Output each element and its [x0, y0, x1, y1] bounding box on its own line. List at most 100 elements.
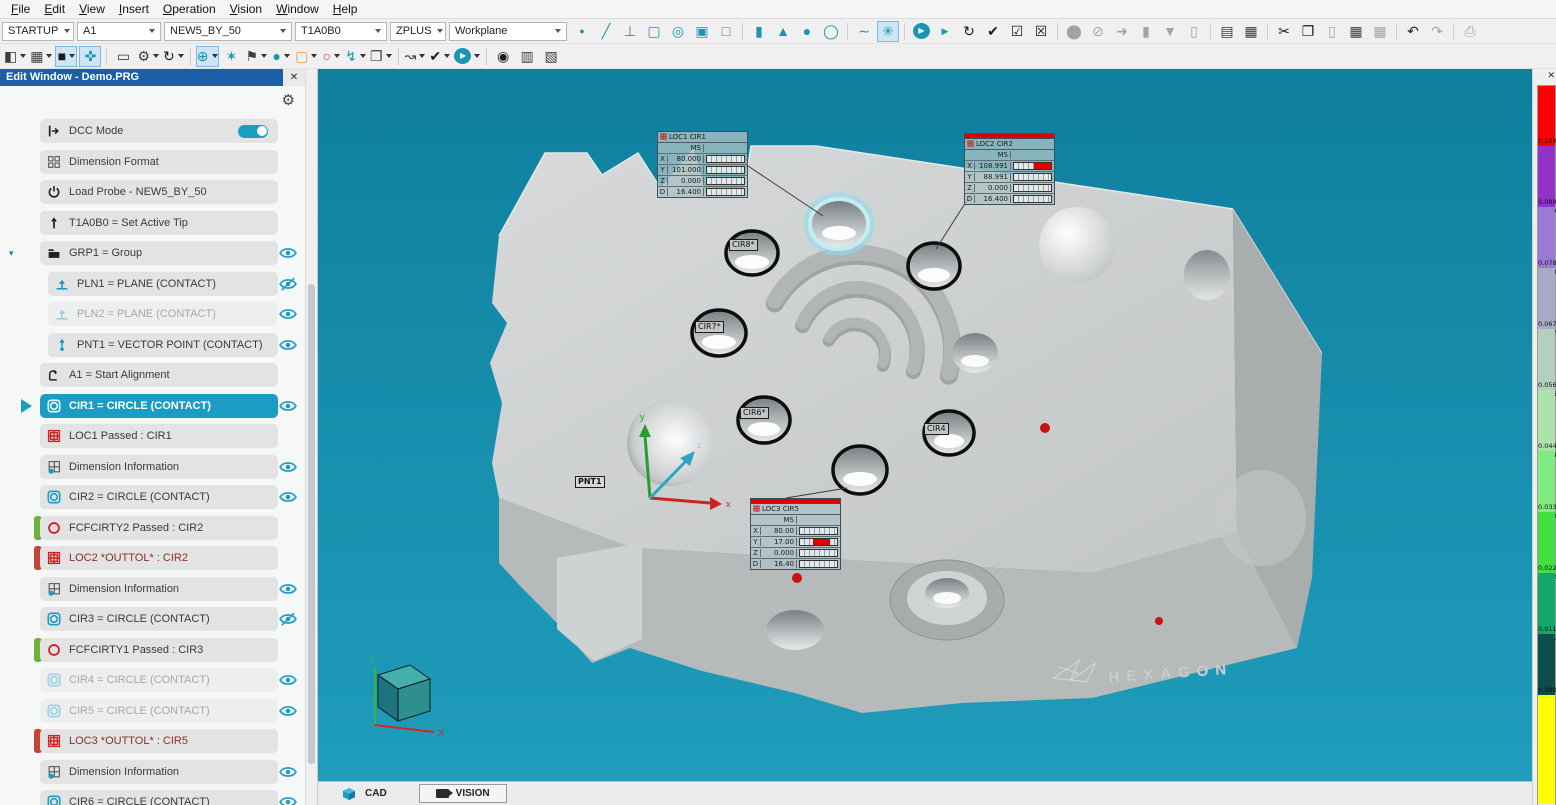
orientation-cube[interactable]: Y X	[370, 655, 444, 738]
path-optimize-icon[interactable]: ⚙	[136, 46, 160, 67]
feature-tag-cir6[interactable]: CIR6*	[740, 407, 769, 419]
loc1-label[interactable]: LOC1 CIR1MSX80.000Y101.000Z0.000D16.400	[657, 131, 748, 198]
copy-icon[interactable]: ❐	[1297, 21, 1319, 42]
eye-visible-icon[interactable]	[279, 582, 297, 596]
alignment-dropdown[interactable]: A1	[77, 22, 161, 41]
command-row-13[interactable]: CIR2 = CIRCLE (CONTACT)	[0, 485, 305, 509]
torus-feature-icon[interactable]: ◯	[820, 21, 842, 42]
command-pill[interactable]: LOC1 Passed : CIR1	[40, 424, 278, 448]
workplane-dropdown[interactable]: ZPLUS	[390, 22, 446, 41]
probe-path-icon[interactable]: ↝	[404, 46, 427, 67]
command-row-20[interactable]: CIR5 = CIRCLE (CONTACT)	[0, 699, 305, 723]
command-pill[interactable]: CIR6 = CIRCLE (CONTACT)	[40, 790, 278, 805]
cone-feature-icon[interactable]: ▲	[772, 21, 794, 42]
continue-icon[interactable]: ➜	[1111, 21, 1133, 42]
command-pill[interactable]: PLN1 = PLANE (CONTACT)	[48, 272, 278, 296]
pattern-icon[interactable]: ▦	[1369, 21, 1391, 42]
command-row-19[interactable]: CIR4 = CIRCLE (CONTACT)	[0, 668, 305, 692]
clip-planes-icon[interactable]: ❐	[369, 46, 393, 67]
menu-window[interactable]: Window	[269, 1, 326, 17]
tip-dropdown[interactable]: T1A0B0	[295, 22, 387, 41]
curve-feature-icon[interactable]: ∼	[853, 21, 875, 42]
insert-bookmark-icon[interactable]: ▼	[1159, 21, 1181, 42]
command-row-23[interactable]: CIR6 = CIRCLE (CONTACT)	[0, 790, 305, 805]
bookmark-icon[interactable]: ▮	[1135, 21, 1157, 42]
feature-tag-cir7[interactable]: CIR7*	[695, 321, 724, 333]
menu-vision[interactable]: Vision	[223, 1, 269, 17]
dropdown-arrow-icon[interactable]	[46, 54, 52, 58]
report-panel-icon[interactable]: ▧	[540, 46, 562, 67]
execute-from-cursor-icon[interactable]: ▶	[934, 21, 956, 42]
eye-visible-icon[interactable]	[279, 765, 297, 779]
gage-panel-icon[interactable]: ▥	[516, 46, 538, 67]
command-row-8[interactable]: PNT1 = VECTOR POINT (CONTACT)	[0, 333, 305, 357]
sphere-display-icon[interactable]: ●	[270, 46, 292, 67]
feature-tag-cir8[interactable]: CIR8*	[729, 239, 758, 251]
wireframe-view-icon[interactable]: ▦	[29, 46, 53, 67]
tab-cad[interactable]: CAD	[332, 787, 397, 801]
point-feature-icon[interactable]: ●	[571, 21, 593, 42]
report-window-icon[interactable]: ▦	[1240, 21, 1262, 42]
pan-view-icon[interactable]: ✜	[79, 46, 101, 67]
gage-circle-icon[interactable]: ○	[320, 46, 342, 67]
command-row-12[interactable]: Dimension Information	[0, 455, 305, 479]
scrollbar-thumb[interactable]	[308, 284, 315, 764]
command-row-14[interactable]: FCFCIRTY2 Passed : CIR2	[0, 516, 305, 540]
square-slot-feature-icon[interactable]: ▣	[691, 21, 713, 42]
command-row-18[interactable]: FCFCIRTY1 Passed : CIR3	[0, 638, 305, 662]
command-row-2[interactable]: Dimension Format	[0, 150, 305, 174]
undo-icon[interactable]: ↶	[1402, 21, 1424, 42]
polygon-feature-icon[interactable]: □	[715, 21, 737, 42]
command-row-15[interactable]: LOC2 *OUTTOL* : CIR2	[0, 546, 305, 570]
eye-visible-icon[interactable]	[279, 795, 297, 805]
circle-feature-icon[interactable]: ◎	[667, 21, 689, 42]
command-pill[interactable]: LOC3 *OUTTOL* : CIR5	[40, 729, 278, 753]
print-icon[interactable]: ⎙	[1459, 21, 1481, 42]
auto-feature-icon[interactable]: ✳	[877, 21, 899, 42]
snapshot-icon[interactable]: ◉	[492, 46, 514, 67]
eye-visible-icon[interactable]	[279, 307, 297, 321]
command-row-4[interactable]: T1A0B0 = Set Active Tip	[0, 211, 305, 235]
mark-used-icon[interactable]: ☑	[1006, 21, 1028, 42]
dropdown-arrow-icon[interactable]	[178, 54, 184, 58]
view-dropdown[interactable]: Workplane	[449, 22, 567, 41]
remove-bookmark-icon[interactable]: ▯	[1183, 21, 1205, 42]
eye-visible-icon[interactable]	[279, 673, 297, 687]
command-pill[interactable]: A1 = Start Alignment	[40, 363, 278, 387]
graph-analysis-icon[interactable]: ↯	[344, 46, 367, 67]
dropdown-arrow-icon[interactable]	[334, 54, 340, 58]
command-pill[interactable]: LOC2 *OUTTOL* : CIR2	[40, 546, 278, 570]
dropdown-arrow-icon[interactable]	[261, 54, 267, 58]
remove-breakpoint-icon[interactable]: ⊘	[1087, 21, 1109, 42]
line-feature-icon[interactable]: ╱	[595, 21, 617, 42]
gage-square-icon[interactable]: ▢	[294, 46, 318, 67]
tab-vision[interactable]: VISION	[419, 784, 507, 803]
paste-icon[interactable]: ▯	[1321, 21, 1343, 42]
clear-marks-icon[interactable]: ☒	[1030, 21, 1052, 42]
edit-window-icon[interactable]: ▤	[1216, 21, 1238, 42]
command-row-5[interactable]: ▾GRP1 = Group	[0, 241, 305, 265]
dropdown-arrow-icon[interactable]	[20, 54, 26, 58]
command-pill[interactable]: CIR5 = CIRCLE (CONTACT)	[40, 699, 278, 723]
command-row-7[interactable]: PLN2 = PLANE (CONTACT)	[0, 302, 305, 326]
collision-detect-icon[interactable]: ✔	[428, 46, 451, 67]
eye-visible-icon[interactable]	[279, 338, 297, 352]
round-slot-feature-icon[interactable]: ▢	[643, 21, 665, 42]
dropdown-arrow-icon[interactable]	[212, 54, 218, 58]
cad-viewport[interactable]: x y z Y X HEXAGON	[318, 69, 1532, 781]
execute-mode-icon[interactable]: ▶	[453, 46, 481, 67]
dropdown-arrow-icon[interactable]	[474, 54, 480, 58]
eye-visible-icon[interactable]	[279, 460, 297, 474]
command-pill[interactable]: CIR1 = CIRCLE (CONTACT)	[40, 394, 278, 418]
command-pill[interactable]: Dimension Information	[40, 577, 278, 601]
command-pill[interactable]: CIR4 = CIRCLE (CONTACT)	[40, 668, 278, 692]
dropdown-arrow-icon[interactable]	[69, 54, 75, 58]
command-row-1[interactable]: DCC Mode	[0, 119, 305, 143]
command-pill[interactable]: PLN2 = PLANE (CONTACT)	[48, 302, 278, 326]
dcc-toggle[interactable]	[238, 125, 268, 138]
dropdown-arrow-icon[interactable]	[284, 54, 290, 58]
menu-insert[interactable]: Insert	[112, 1, 156, 17]
sphere-feature-icon[interactable]: ●	[796, 21, 818, 42]
command-pill[interactable]: CIR2 = CIRCLE (CONTACT)	[40, 485, 278, 509]
command-pill[interactable]: DCC Mode	[40, 119, 278, 143]
